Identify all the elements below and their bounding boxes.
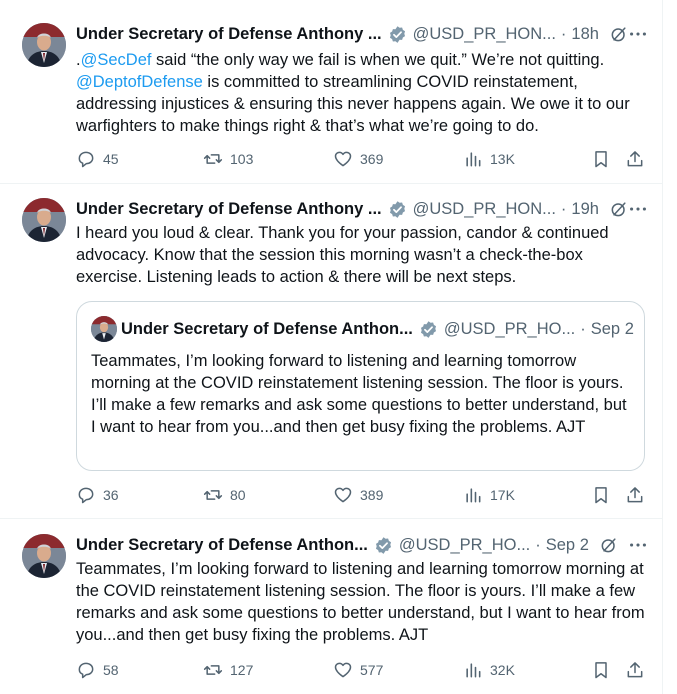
tweet-text: .@SecDef said “the only way we fail is w…: [76, 51, 630, 135]
action-bar: 58 127 577 32K: [76, 659, 648, 681]
repost-icon: [203, 154, 223, 164]
quote-handle: @USD_PR_HO...: [443, 319, 576, 338]
like-button[interactable]: 369: [333, 148, 383, 170]
avatar[interactable]: [22, 23, 66, 67]
more-icon[interactable]: [627, 23, 649, 45]
mention-link[interactable]: @DeptofDefense: [76, 73, 203, 91]
reply-count: 58: [103, 662, 119, 678]
separator: ·: [580, 319, 586, 338]
views-button[interactable]: 13K: [463, 148, 515, 170]
like-button[interactable]: 577: [333, 659, 383, 681]
views-count: 32K: [490, 662, 515, 678]
timestamp[interactable]: 19h: [571, 200, 599, 219]
bookmark-button[interactable]: [591, 148, 611, 170]
bookmark-button[interactable]: [591, 659, 611, 681]
avatar[interactable]: [22, 198, 66, 242]
handle[interactable]: @USD_PR_HO...: [399, 536, 530, 555]
reply-count: 36: [103, 487, 119, 503]
tweet-text-part: said “the only way we fail is when we qu…: [151, 51, 605, 69]
timeline: Under Secretary of Defense Anthony ... @…: [0, 0, 663, 694]
views-count: 17K: [490, 487, 515, 503]
timestamp[interactable]: Sep 2: [546, 536, 589, 555]
grok-icon[interactable]: [609, 199, 629, 219]
like-count: 577: [360, 662, 384, 678]
verified-badge-icon: [375, 536, 391, 554]
bookmark-icon: [595, 487, 607, 504]
tweet-text: I heard you loud & clear. Thank you for …: [76, 224, 609, 286]
like-count: 369: [360, 151, 384, 167]
action-bar: 36 80 389 17K: [76, 484, 648, 506]
like-icon: [334, 662, 352, 678]
reply-button[interactable]: 45: [76, 148, 119, 170]
handle[interactable]: @USD_PR_HON...: [413, 200, 556, 219]
reply-button[interactable]: 58: [76, 659, 119, 681]
repost-icon: [203, 490, 223, 500]
more-icon[interactable]: [627, 198, 649, 220]
quote-display-name: Under Secretary of Defense Anthon...: [121, 319, 413, 338]
tweet-text: Teammates, I’m looking forward to listen…: [76, 560, 645, 644]
display-name[interactable]: Under Secretary of Defense Anthony ...: [76, 200, 382, 219]
quote-avatar[interactable]: [91, 316, 117, 342]
handle[interactable]: @USD_PR_HON...: [413, 25, 556, 44]
like-count: 389: [360, 487, 384, 503]
views-button[interactable]: 32K: [463, 659, 515, 681]
quote-timestamp: Sep 2: [590, 319, 634, 338]
views-count: 13K: [490, 151, 515, 167]
bookmark-button[interactable]: [591, 484, 611, 506]
quote-header: Under Secretary of Defense Anthon... @US…: [121, 318, 634, 340]
grok-icon[interactable]: [609, 24, 629, 44]
like-icon: [334, 151, 352, 167]
separator: ·: [560, 24, 567, 43]
bookmark-icon: [595, 151, 607, 168]
display-name[interactable]: Under Secretary of Defense Anthony ...: [76, 25, 382, 44]
tweet[interactable]: Under Secretary of Defense Anthon... @US…: [0, 519, 663, 694]
share-icon: [627, 662, 643, 678]
repost-count: 80: [230, 487, 246, 503]
separator: ·: [560, 199, 567, 218]
views-icon: [466, 488, 481, 503]
repost-button[interactable]: 103: [203, 148, 253, 170]
reply-icon: [78, 662, 94, 679]
share-button[interactable]: [625, 148, 645, 170]
display-name[interactable]: Under Secretary of Defense Anthon...: [76, 536, 368, 555]
timestamp[interactable]: 18h: [571, 25, 599, 44]
tweet[interactable]: Under Secretary of Defense Anthony ... @…: [0, 8, 663, 184]
quote-tweet[interactable]: Under Secretary of Defense Anthon... @US…: [76, 301, 645, 471]
verified-badge-icon: [420, 320, 436, 338]
views-icon: [466, 152, 481, 167]
reply-button[interactable]: 36: [76, 484, 119, 506]
like-button[interactable]: 389: [333, 484, 383, 506]
reply-icon: [78, 487, 94, 504]
repost-icon: [203, 665, 223, 675]
avatar[interactable]: [22, 534, 66, 578]
repost-button[interactable]: 80: [203, 484, 246, 506]
repost-count: 127: [230, 662, 254, 678]
share-button[interactable]: [625, 659, 645, 681]
more-icon[interactable]: [627, 534, 649, 556]
grok-icon[interactable]: [599, 535, 619, 555]
mention-link[interactable]: @SecDef: [81, 51, 152, 69]
share-icon: [627, 487, 643, 503]
action-bar: 45 103 369 13K: [76, 148, 648, 170]
tweet-header: Under Secretary of Defense Anthony ... @…: [76, 23, 649, 45]
tweet-header: Under Secretary of Defense Anthon... @US…: [76, 534, 649, 556]
views-button[interactable]: 17K: [463, 484, 515, 506]
verified-badge-icon: [389, 25, 405, 43]
share-button[interactable]: [625, 484, 645, 506]
separator: ·: [535, 535, 541, 554]
like-icon: [334, 487, 352, 503]
repost-count: 103: [230, 151, 254, 167]
reply-count: 45: [103, 151, 119, 167]
bookmark-icon: [595, 662, 607, 679]
tweet[interactable]: Under Secretary of Defense Anthony ... @…: [0, 184, 663, 519]
quote-text: Teammates, I’m looking forward to listen…: [91, 352, 627, 436]
verified-badge-icon: [389, 200, 405, 218]
views-icon: [466, 663, 481, 678]
reply-icon: [78, 151, 94, 168]
repost-button[interactable]: 127: [203, 659, 253, 681]
tweet-header: Under Secretary of Defense Anthony ... @…: [76, 198, 649, 220]
share-icon: [627, 151, 643, 167]
